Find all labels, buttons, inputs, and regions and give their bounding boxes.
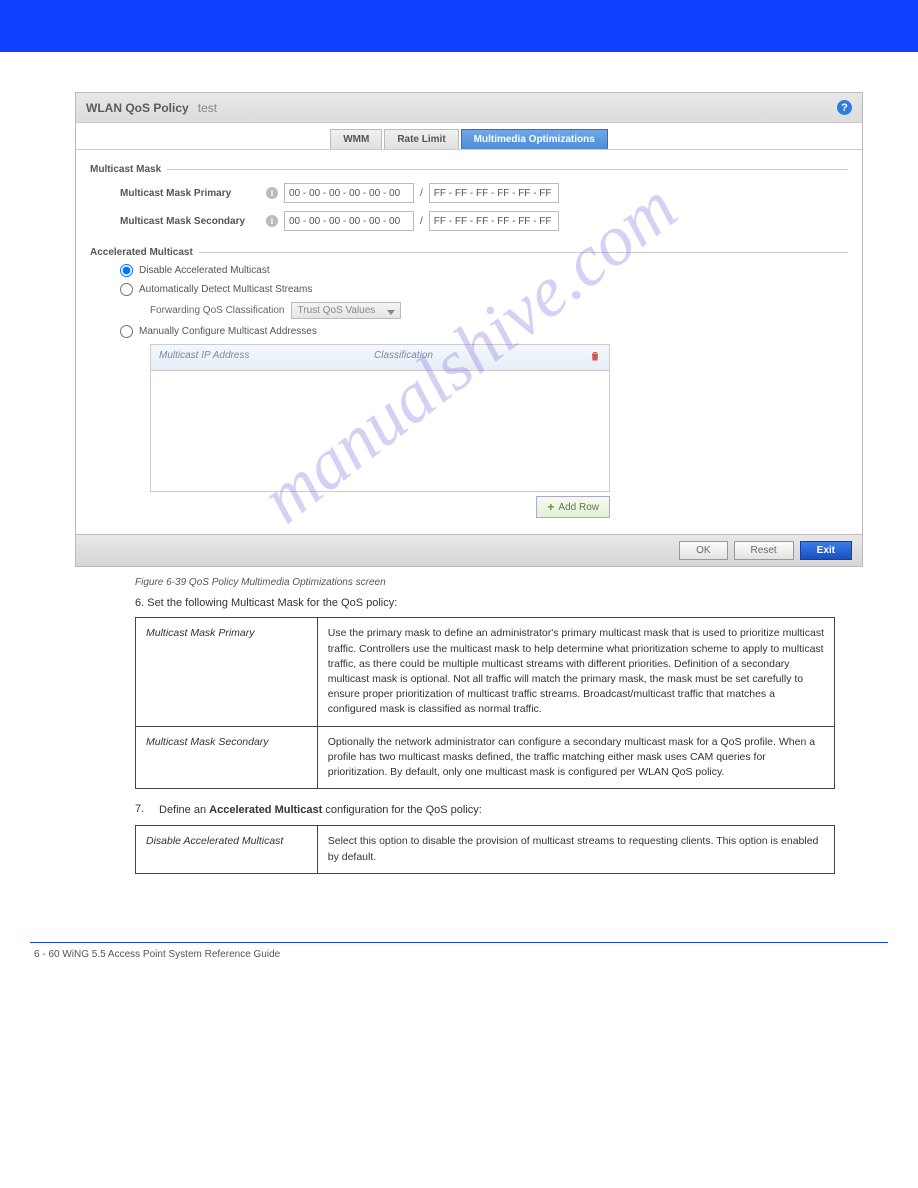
multicast-address-table: Multicast IP Address Classification [150,344,610,492]
add-row-label: Add Row [558,502,599,513]
panel-title: WLAN QoS Policy [86,101,189,115]
fwd-classification-label: Forwarding QoS Classification [150,305,285,316]
radio-auto-label: Automatically Detect Multicast Streams [139,284,312,295]
step-7-row: 7. Define an Accelerated Multicast confi… [135,803,783,819]
table-row: Multicast Mask Primary Use the primary m… [136,618,835,726]
secondary-mask-input-a[interactable] [284,211,414,231]
cell-disable-label: Disable Accelerated Multicast [136,826,318,873]
slash-sep: / [420,216,423,227]
radio-manual-label: Manually Configure Multicast Addresses [139,326,317,337]
ok-button[interactable]: OK [679,541,727,560]
cell-secondary-label: Multicast Mask Secondary [136,726,318,789]
qos-policy-panel: manualshive.com WLAN QoS Policy test ? W… [75,92,863,567]
step-7-text-b: configuration for the QoS policy: [322,804,482,816]
primary-mask-row: Multicast Mask Primary i / [120,183,848,203]
cell-secondary-desc: Optionally the network administrator can… [317,726,834,789]
tab-wmm[interactable]: WMM [330,129,382,149]
fwd-classification-select[interactable]: Trust QoS Values [291,302,401,319]
step-7-bold: Accelerated Multicast [209,804,322,816]
table-row: Multicast Mask Secondary Optionally the … [136,726,835,789]
plus-icon: + [547,500,554,514]
tab-multimedia-optimizations[interactable]: Multimedia Optimizations [461,129,608,149]
info-icon[interactable]: i [266,187,278,199]
cell-disable-desc: Select this option to disable the provis… [317,826,834,873]
primary-mask-input-a[interactable] [284,183,414,203]
radio-auto[interactable] [120,283,133,296]
primary-mask-input-b[interactable] [429,183,559,203]
multicast-mask-legend: Multicast Mask [90,164,167,175]
trash-icon[interactable] [589,350,601,362]
radio-disable[interactable] [120,264,133,277]
exit-button[interactable]: Exit [800,541,852,560]
panel-footer: OK Reset Exit [76,534,862,566]
accelerated-multicast-section: Accelerated Multicast Disable Accelerate… [90,247,848,520]
addrow-bar: + Add Row [150,496,610,518]
col-classification: Classification [366,345,581,370]
multicast-mask-section: Multicast Mask Multicast Mask Primary i … [90,164,848,239]
page-footer: 6 - 60 WiNG 5.5 Access Point System Refe… [0,949,918,972]
accelerated-multicast-table: Disable Accelerated Multicast Select thi… [135,825,835,873]
step-7-body: Define an Accelerated Multicast configur… [159,803,783,819]
secondary-mask-input-b[interactable] [429,211,559,231]
reset-button[interactable]: Reset [734,541,794,560]
step-7-number: 7. [135,803,159,819]
panel-subtitle: test [198,101,217,115]
multicast-table-head: Multicast IP Address Classification [151,345,609,371]
add-row-button[interactable]: + Add Row [536,496,610,518]
table-row: Disable Accelerated Multicast Select thi… [136,826,835,873]
radio-manual[interactable] [120,325,133,338]
multicast-mask-table: Multicast Mask Primary Use the primary m… [135,617,835,789]
footer-rule [30,942,888,943]
cell-primary-label: Multicast Mask Primary [136,618,318,726]
tabs-row: WMM Rate Limit Multimedia Optimizations [76,123,862,150]
figure-caption: Figure 6-39 QoS Policy Multimedia Optimi… [135,577,843,588]
secondary-mask-label: Multicast Mask Secondary [120,216,260,227]
radio-disable-row[interactable]: Disable Accelerated Multicast [120,264,848,277]
col-multicast-ip: Multicast IP Address [151,345,366,370]
secondary-mask-row: Multicast Mask Secondary i / [120,211,848,231]
step-7-text-a: Define an [159,804,209,816]
step-6-text: 6. Set the following Multicast Mask for … [135,596,783,611]
page-content: manualshive.com WLAN QoS Policy test ? W… [0,52,918,914]
radio-manual-row[interactable]: Manually Configure Multicast Addresses [120,325,848,338]
help-icon[interactable]: ? [837,100,852,115]
slash-sep: / [420,188,423,199]
panel-body: Multicast Mask Multicast Mask Primary i … [76,150,862,534]
panel-header: WLAN QoS Policy test ? [76,93,862,123]
info-icon[interactable]: i [266,215,278,227]
radio-auto-row[interactable]: Automatically Detect Multicast Streams [120,283,848,296]
accelerated-multicast-legend: Accelerated Multicast [90,247,199,258]
footer-left: 6 - 60 WiNG 5.5 Access Point System Refe… [34,949,280,960]
col-delete [581,345,609,370]
cell-primary-desc: Use the primary mask to define an admini… [317,618,834,726]
tab-rate-limit[interactable]: Rate Limit [384,129,458,149]
radio-disable-label: Disable Accelerated Multicast [139,265,270,276]
multicast-table-body [151,371,609,491]
primary-mask-label: Multicast Mask Primary [120,188,260,199]
fwd-classification-row: Forwarding QoS Classification Trust QoS … [150,302,848,319]
top-banner [0,0,918,52]
